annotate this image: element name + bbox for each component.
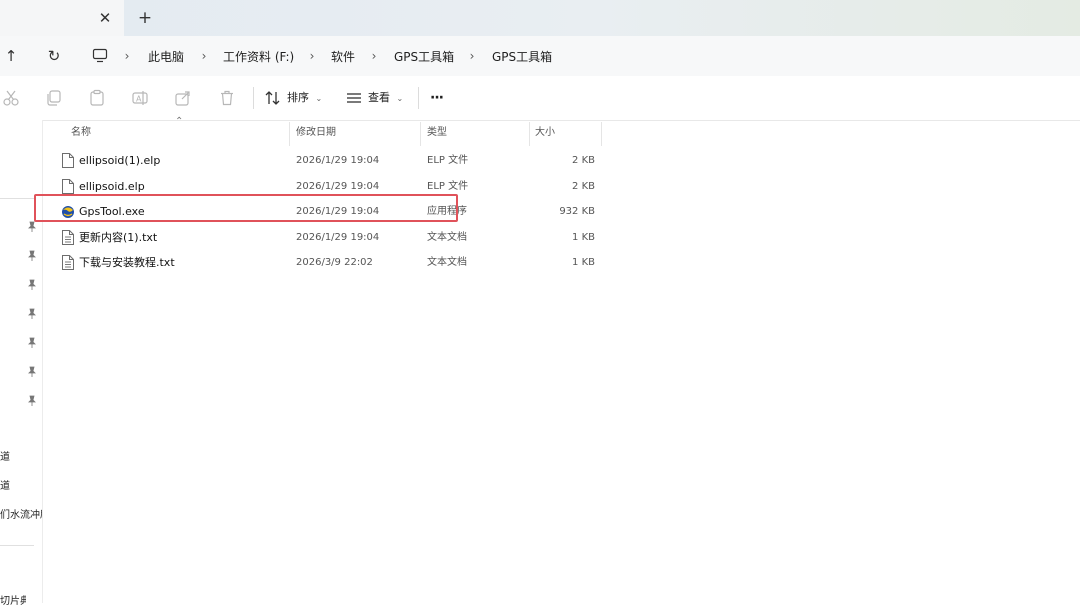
- file-row[interactable]: ellipsoid(1).elp 2026/1/29 19:04 ELP 文件 …: [43, 148, 603, 173]
- pin-icon[interactable]: [27, 366, 37, 378]
- view-button[interactable]: 查看 ⌄: [368, 88, 403, 108]
- file-size: 1 KB: [572, 232, 595, 243]
- more-options-button[interactable]: ···: [430, 88, 444, 108]
- column-header-size[interactable]: 大小: [535, 124, 555, 142]
- computer-icon[interactable]: [92, 48, 108, 63]
- breadcrumb-this-pc[interactable]: 此电脑: [148, 49, 184, 65]
- pin-icon[interactable]: [27, 308, 37, 320]
- close-tab-icon[interactable]: ✕: [97, 9, 113, 27]
- file-modified: 2026/1/29 19:04: [296, 181, 380, 192]
- up-arrow-icon[interactable]: ↑: [1, 46, 21, 66]
- tab-active[interactable]: ✕: [0, 0, 124, 36]
- file-size: 2 KB: [572, 181, 595, 192]
- command-bar: A 排序 ⌄ 查看 ⌄ ···: [0, 76, 1080, 121]
- file-size: 932 KB: [559, 206, 595, 217]
- cut-icon[interactable]: [2, 89, 20, 107]
- pin-icon[interactable]: [27, 250, 37, 262]
- command-divider: [418, 87, 419, 109]
- file-size: 1 KB: [572, 257, 595, 268]
- chevron-down-icon: ⌄: [396, 94, 404, 103]
- copy-icon[interactable]: [45, 89, 63, 107]
- pin-icon[interactable]: [27, 337, 37, 349]
- column-header-type[interactable]: 类型: [427, 124, 447, 142]
- svg-text:A: A: [136, 95, 142, 104]
- file-name[interactable]: ellipsoid.elp: [79, 178, 145, 195]
- file-type: 文本文档: [427, 257, 467, 268]
- file-type: ELP 文件: [427, 155, 469, 166]
- sidebar-item-label[interactable]: 道: [0, 451, 10, 465]
- file-modified: 2026/3/9 22:02: [296, 257, 373, 268]
- sidebar-item-label[interactable]: 道: [0, 480, 10, 494]
- rename-icon[interactable]: A: [131, 89, 149, 107]
- column-divider[interactable]: [289, 122, 290, 146]
- breadcrumb-separator: ›: [124, 49, 130, 63]
- file-list: ⌃ 名称 修改日期 类型 大小 ellipsoid(1).elp 2026/1/…: [43, 116, 1080, 603]
- file-name[interactable]: 更新内容(1).txt: [79, 229, 157, 246]
- file-row[interactable]: 更新内容(1).txt 2026/1/29 19:04 文本文档 1 KB: [43, 225, 603, 250]
- file-modified: 2026/1/29 19:04: [296, 155, 380, 166]
- new-tab-button[interactable]: +: [136, 8, 154, 28]
- text-file-icon: [62, 255, 74, 270]
- view-label: 查看: [368, 91, 390, 104]
- text-file-icon: [62, 230, 74, 245]
- file-type: 文本文档: [427, 232, 467, 243]
- breadcrumb-gps-toolbox-current[interactable]: GPS工具箱: [492, 49, 552, 65]
- breadcrumb-software[interactable]: 软件: [331, 49, 355, 65]
- sort-label: 排序: [287, 91, 309, 104]
- file-size: 2 KB: [572, 155, 595, 166]
- pin-icon[interactable]: [27, 395, 37, 407]
- delete-icon[interactable]: [218, 89, 236, 107]
- tab-strip: ✕ +: [0, 0, 1080, 36]
- pin-icon[interactable]: [27, 279, 37, 291]
- file-type: ELP 文件: [427, 181, 469, 192]
- breadcrumb-drive-f[interactable]: 工作资料 (F:): [223, 49, 294, 65]
- sidebar-item-label[interactable]: 们水流冲刷: [0, 509, 42, 523]
- sidebar-item-label[interactable]: 切片典: [0, 595, 26, 609]
- column-divider[interactable]: [529, 122, 530, 146]
- breadcrumb-separator: ›: [469, 49, 475, 63]
- column-header-modified[interactable]: 修改日期: [296, 124, 336, 142]
- file-icon: [62, 179, 74, 194]
- column-divider[interactable]: [420, 122, 421, 146]
- highlight-box: [34, 194, 458, 222]
- breadcrumb-separator: ›: [371, 49, 377, 63]
- sidebar-divider: [0, 545, 34, 546]
- address-bar-row: ↑ ↻ › 此电脑 › 工作资料 (F:) › 软件 › GPS工具箱 › GP…: [0, 36, 1080, 76]
- sidebar-divider: [0, 198, 34, 199]
- sort-button[interactable]: 排序 ⌄: [287, 88, 322, 108]
- file-name[interactable]: ellipsoid(1).elp: [79, 152, 160, 169]
- share-icon[interactable]: [174, 89, 192, 107]
- breadcrumb[interactable]: › 此电脑 › 工作资料 (F:) › 软件 › GPS工具箱 › GPS工具箱: [83, 40, 1080, 72]
- view-icon[interactable]: [345, 89, 363, 107]
- file-modified: 2026/1/29 19:04: [296, 232, 380, 243]
- chevron-down-icon: ⌄: [315, 94, 323, 103]
- sort-icon[interactable]: [264, 89, 282, 107]
- breadcrumb-separator: ›: [201, 49, 207, 63]
- file-icon: [62, 153, 74, 168]
- column-divider[interactable]: [601, 122, 602, 146]
- breadcrumb-gps-toolbox[interactable]: GPS工具箱: [394, 49, 454, 65]
- breadcrumb-separator: ›: [309, 49, 315, 63]
- navigation-pane: 道 道 们水流冲刷 切片典: [0, 120, 43, 607]
- command-divider: [253, 87, 254, 109]
- file-row[interactable]: 下载与安装教程.txt 2026/3/9 22:02 文本文档 1 KB: [43, 250, 603, 275]
- column-header-name[interactable]: 名称: [71, 124, 91, 142]
- paste-icon[interactable]: [88, 89, 106, 107]
- sort-ascending-icon: ⌃: [175, 116, 184, 127]
- file-name[interactable]: 下载与安装教程.txt: [79, 254, 175, 271]
- pin-icon[interactable]: [27, 221, 37, 233]
- refresh-icon[interactable]: ↻: [44, 46, 64, 66]
